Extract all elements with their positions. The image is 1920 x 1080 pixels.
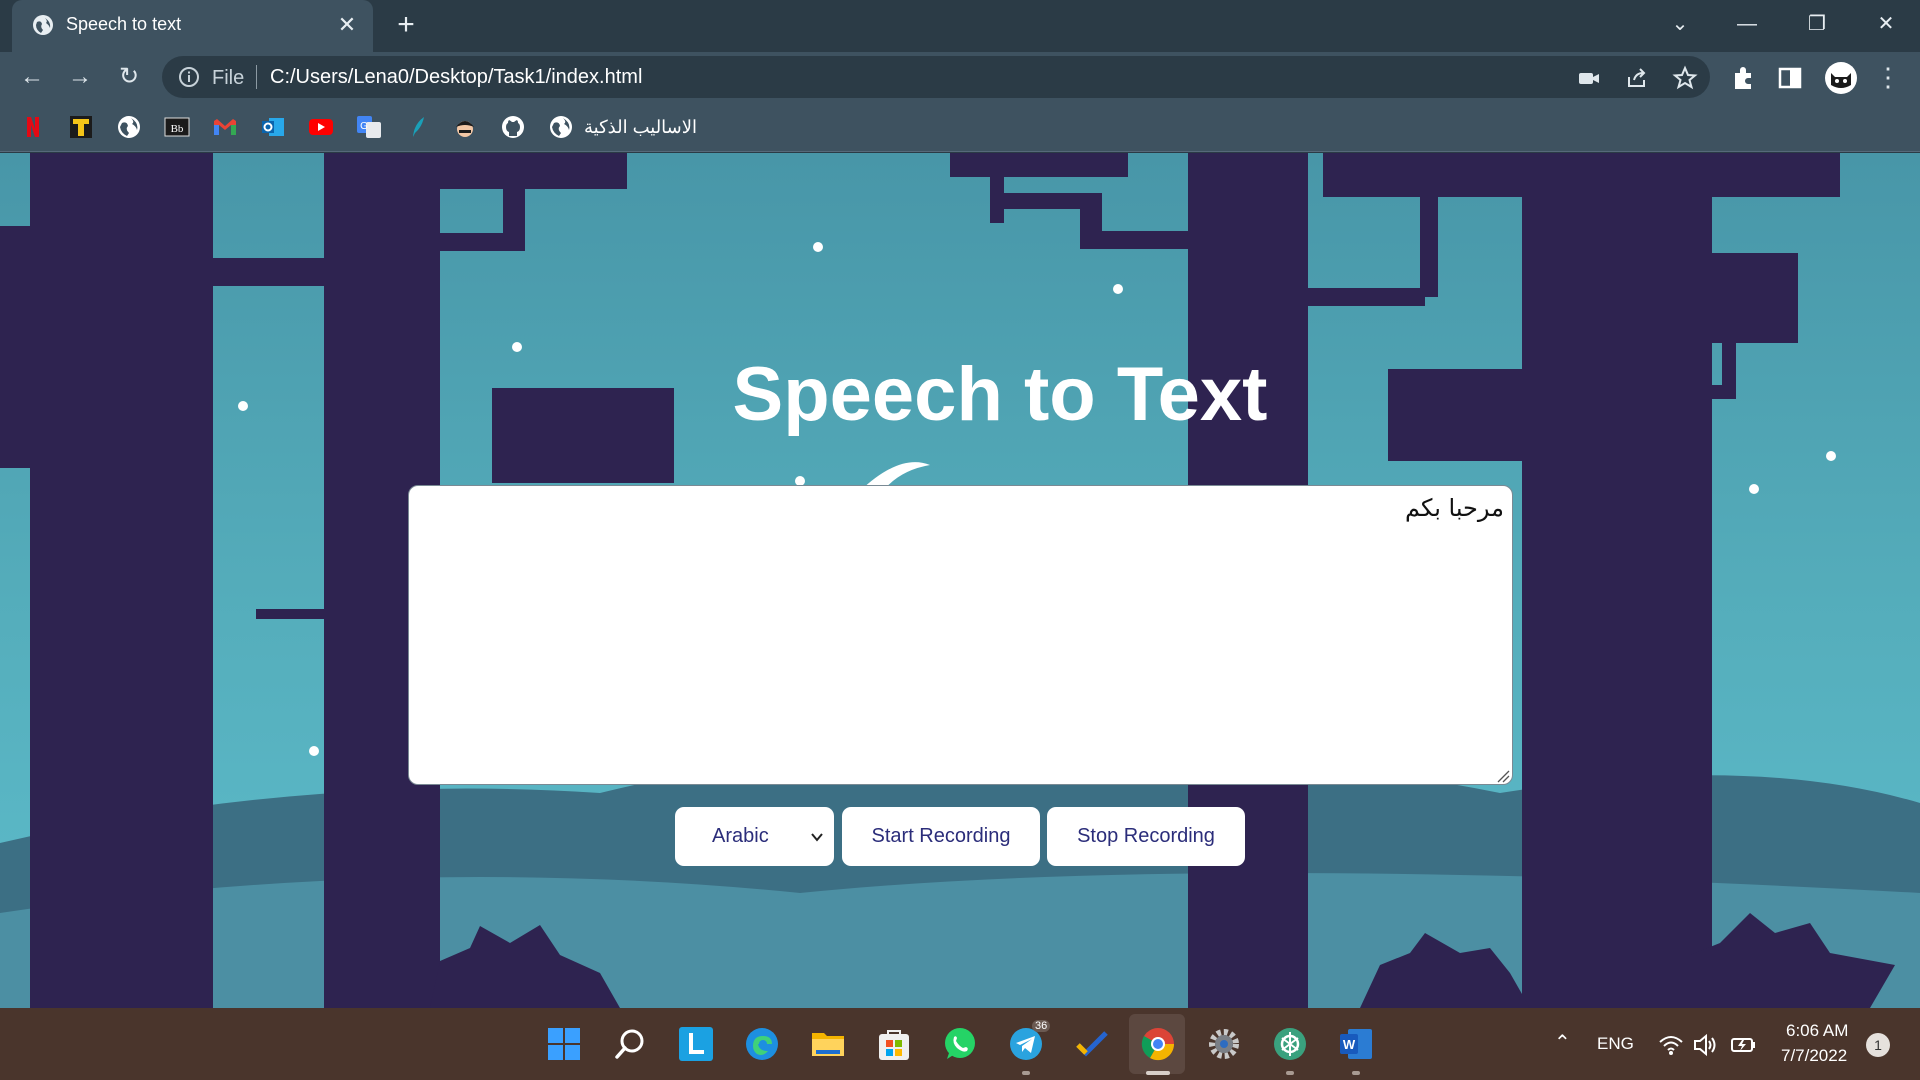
word-icon[interactable]: W bbox=[1338, 1026, 1374, 1062]
page-viewport: Speech to Text مرحبا بكم Arabic Start Re… bbox=[0, 153, 1920, 1008]
close-window-button[interactable]: ✕ bbox=[1864, 6, 1908, 42]
camera-icon[interactable] bbox=[1576, 65, 1602, 91]
language-select[interactable]: Arabic bbox=[675, 807, 834, 866]
bookmark-star-icon[interactable] bbox=[1672, 65, 1698, 91]
windows-start-icon[interactable] bbox=[546, 1026, 582, 1062]
chevron-down-icon bbox=[811, 833, 823, 842]
clock-time[interactable]: 6:06 AM bbox=[1786, 1021, 1848, 1041]
transcript-textarea[interactable]: مرحبا بكم bbox=[408, 485, 1513, 785]
page-title-text: Speech to Text bbox=[732, 352, 1268, 437]
bookmark-label[interactable]: الاساليب الذكية bbox=[584, 117, 697, 138]
address-separator bbox=[256, 65, 257, 89]
address-url[interactable]: C:/Users/Lena0/Desktop/Task1/index.html bbox=[270, 66, 642, 89]
search-icon[interactable] bbox=[612, 1026, 648, 1062]
edge-icon[interactable] bbox=[744, 1026, 780, 1062]
tab-strip: Speech to text ✕ + ⌄ — ❐ ✕ bbox=[0, 0, 1920, 52]
feather-icon[interactable] bbox=[404, 114, 430, 140]
avatar-icon[interactable] bbox=[452, 114, 478, 140]
globe-icon bbox=[33, 15, 53, 35]
chatgpt-icon[interactable] bbox=[1272, 1026, 1308, 1062]
menu-icon[interactable]: ⋮ bbox=[1872, 61, 1904, 93]
share-icon[interactable] bbox=[1624, 65, 1650, 91]
page-title: Speech to Text bbox=[0, 351, 1920, 438]
telegram-badge: 36 bbox=[1032, 1020, 1051, 1032]
github-icon[interactable] bbox=[500, 114, 526, 140]
globe-icon[interactable] bbox=[548, 114, 574, 140]
tab-title: Speech to text bbox=[66, 14, 182, 34]
close-tab-icon[interactable]: ✕ bbox=[334, 12, 360, 38]
profile-avatar-icon[interactable] bbox=[1824, 61, 1858, 95]
svg-text:Bb: Bb bbox=[171, 123, 184, 135]
forward-button[interactable]: → bbox=[64, 61, 96, 93]
svg-text:G: G bbox=[360, 121, 368, 132]
outlook-icon[interactable] bbox=[260, 114, 286, 140]
blackboard-icon[interactable]: Bb bbox=[164, 114, 190, 140]
svg-text:W: W bbox=[1343, 1037, 1356, 1052]
reload-button[interactable]: ↻ bbox=[113, 61, 145, 93]
chrome-icon[interactable] bbox=[1140, 1026, 1176, 1062]
input-language[interactable]: ENG bbox=[1597, 1034, 1634, 1054]
battery-icon[interactable] bbox=[1730, 1032, 1758, 1058]
taskbar: 36 W ⌃ ENG 6:06 AM 7/7/2022 1 bbox=[0, 1008, 1920, 1080]
new-tab-button[interactable]: + bbox=[390, 10, 422, 42]
address-scheme: File bbox=[212, 67, 245, 89]
tab-search-icon[interactable]: ⌄ bbox=[1658, 6, 1702, 42]
browser-tab[interactable]: Speech to text ✕ bbox=[12, 0, 373, 52]
settings-icon[interactable] bbox=[1206, 1026, 1242, 1062]
extensions-icon[interactable] bbox=[1729, 64, 1757, 92]
start-recording-button[interactable]: Start Recording bbox=[842, 807, 1040, 866]
chatgpt-running-indicator bbox=[1286, 1071, 1294, 1075]
chevron-up-icon[interactable]: ⌃ bbox=[1554, 1030, 1571, 1055]
bookmarks-bar: Bb G الاساليب الذكية bbox=[0, 102, 1920, 152]
stop-recording-button[interactable]: Stop Recording bbox=[1047, 807, 1245, 866]
chrome-active-indicator bbox=[1146, 1071, 1170, 1075]
gmail-icon[interactable] bbox=[212, 114, 238, 140]
language-select-value: Arabic bbox=[712, 825, 769, 847]
wifi-icon[interactable] bbox=[1658, 1032, 1684, 1058]
address-bar[interactable]: File C:/Users/Lena0/Desktop/Task1/index.… bbox=[162, 56, 1710, 98]
back-button[interactable]: ← bbox=[16, 61, 48, 93]
side-panel-icon[interactable] bbox=[1776, 64, 1804, 92]
netflix-icon[interactable] bbox=[20, 114, 46, 140]
store-icon[interactable] bbox=[876, 1026, 912, 1062]
file-explorer-icon[interactable] bbox=[810, 1026, 846, 1062]
telegram-running-indicator bbox=[1022, 1071, 1030, 1075]
google-translate-icon[interactable]: G bbox=[356, 114, 382, 140]
notification-badge[interactable]: 1 bbox=[1866, 1033, 1890, 1057]
todo-icon[interactable] bbox=[1074, 1026, 1110, 1062]
youtube-icon[interactable] bbox=[308, 114, 334, 140]
t-icon[interactable] bbox=[68, 114, 94, 140]
lens-app-icon[interactable] bbox=[678, 1026, 714, 1062]
word-running-indicator bbox=[1352, 1071, 1360, 1075]
minimize-button[interactable]: — bbox=[1725, 6, 1769, 42]
whatsapp-icon[interactable] bbox=[942, 1026, 978, 1062]
volume-icon[interactable] bbox=[1692, 1032, 1718, 1058]
restore-button[interactable]: ❐ bbox=[1795, 6, 1839, 42]
browser-toolbar: ← → ↻ File C:/Users/Lena0/Desktop/Task1/… bbox=[0, 52, 1920, 102]
globe-icon[interactable] bbox=[116, 114, 142, 140]
info-icon[interactable] bbox=[178, 66, 200, 88]
resize-grip-icon[interactable] bbox=[1496, 769, 1510, 783]
clock-date[interactable]: 7/7/2022 bbox=[1781, 1046, 1847, 1066]
